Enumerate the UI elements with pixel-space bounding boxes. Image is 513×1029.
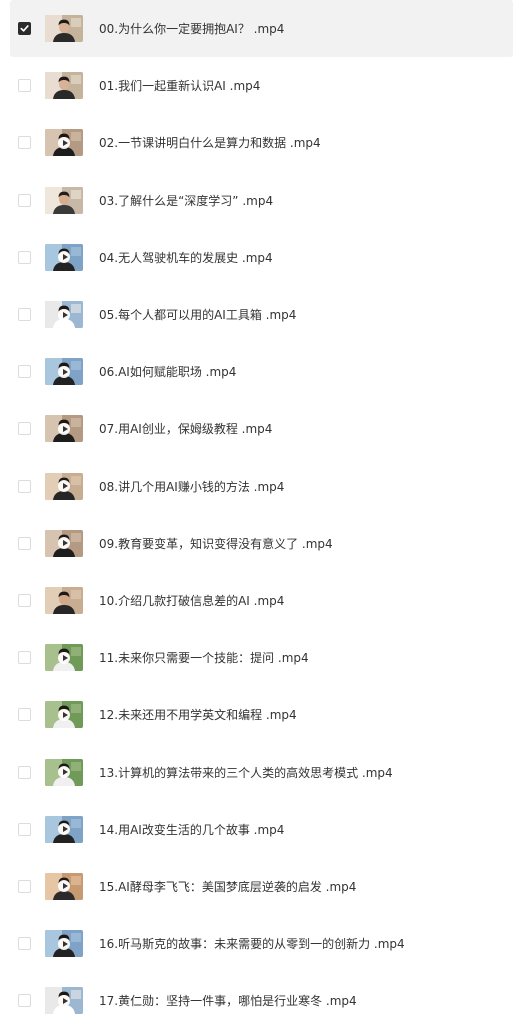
file-row[interactable]: 05.每个人都可以用的AI工具箱 .mp4 <box>10 286 513 343</box>
person-thumbnail-icon <box>45 72 83 100</box>
file-row[interactable]: 11.未来你只需要一个技能：提问 .mp4 <box>10 629 513 686</box>
file-row[interactable]: 06.AI如何赋能职场 .mp4 <box>10 343 513 400</box>
file-checkbox[interactable] <box>18 937 31 951</box>
file-name[interactable]: 09.教育要变革，知识变得没有意义了 .mp4 <box>99 535 333 552</box>
file-checkbox[interactable] <box>18 22 31 36</box>
video-thumbnail <box>45 815 83 843</box>
file-checkbox[interactable] <box>18 422 31 436</box>
play-icon <box>58 422 70 435</box>
file-checkbox[interactable] <box>18 879 31 893</box>
video-thumbnail <box>45 129 83 157</box>
file-row[interactable]: 17.黄仁勋：坚持一件事，哪怕是行业寒冬 .mp4 <box>10 972 513 1029</box>
file-name[interactable]: 04.无人驾驶机车的发展史 .mp4 <box>99 249 273 266</box>
file-row[interactable]: 08.讲几个用AI赚小钱的方法 .mp4 <box>10 458 513 515</box>
file-checkbox[interactable] <box>18 365 31 379</box>
video-thumbnail <box>45 415 83 443</box>
file-name[interactable]: 17.黄仁勋：坚持一件事，哪怕是行业寒冬 .mp4 <box>99 992 357 1009</box>
file-name[interactable]: 02.一节课讲明白什么是算力和数据 .mp4 <box>99 134 321 151</box>
video-thumbnail <box>45 186 83 214</box>
file-checkbox[interactable] <box>18 250 31 264</box>
play-icon <box>58 937 70 950</box>
file-row[interactable]: 04.无人驾驶机车的发展史 .mp4 <box>10 229 513 286</box>
video-thumbnail <box>45 872 83 900</box>
file-row[interactable]: 07.用AI创业，保姆级教程 .mp4 <box>10 400 513 457</box>
video-thumbnail <box>45 72 83 100</box>
file-checkbox[interactable] <box>18 79 31 93</box>
file-name[interactable]: 11.未来你只需要一个技能：提问 .mp4 <box>99 649 309 666</box>
play-icon <box>58 365 70 378</box>
video-thumbnail <box>45 930 83 958</box>
file-row[interactable]: 16.听马斯克的故事：未来需要的从零到一的创新力 .mp4 <box>10 915 513 972</box>
file-row[interactable]: 00.为什么你一定要拥抱AI？ .mp4 <box>10 0 513 58</box>
file-row[interactable]: 01.我们一起重新认识AI .mp4 <box>10 57 513 114</box>
file-name[interactable]: 12.未来还用不用学英文和编程 .mp4 <box>99 706 297 723</box>
person-thumbnail-icon <box>45 15 83 43</box>
file-checkbox[interactable] <box>18 708 31 722</box>
video-thumbnail <box>45 758 83 786</box>
file-checkbox[interactable] <box>18 994 31 1008</box>
file-checkbox[interactable] <box>18 822 31 836</box>
video-thumbnail <box>45 529 83 557</box>
file-row[interactable]: 10.介绍几款打破信息差的AI .mp4 <box>10 572 513 629</box>
file-name[interactable]: 10.介绍几款打破信息差的AI .mp4 <box>99 592 284 609</box>
file-row[interactable]: 03.了解什么是“深度学习” .mp4 <box>10 172 513 229</box>
play-icon <box>58 994 70 1007</box>
file-checkbox[interactable] <box>18 651 31 665</box>
play-icon <box>58 766 70 779</box>
file-checkbox[interactable] <box>18 308 31 322</box>
play-icon <box>58 708 70 721</box>
file-checkbox[interactable] <box>18 479 31 493</box>
file-name[interactable]: 05.每个人都可以用的AI工具箱 .mp4 <box>99 306 296 323</box>
file-name[interactable]: 01.我们一起重新认识AI .mp4 <box>99 77 260 94</box>
video-thumbnail <box>45 243 83 271</box>
file-checkbox[interactable] <box>18 536 31 550</box>
file-name[interactable]: 06.AI如何赋能职场 .mp4 <box>99 363 236 380</box>
file-checkbox[interactable] <box>18 193 31 207</box>
checkmark-icon <box>20 25 29 32</box>
person-thumbnail-icon <box>45 186 83 214</box>
video-thumbnail <box>45 701 83 729</box>
video-thumbnail <box>45 15 83 43</box>
play-icon <box>58 308 70 321</box>
file-row[interactable]: 15.AI酵母李飞飞：美国梦底层逆袭的启发 .mp4 <box>10 858 513 915</box>
file-checkbox[interactable] <box>18 136 31 150</box>
file-name[interactable]: 13.计算机的算法带来的三个人类的高效思考模式 .mp4 <box>99 764 393 781</box>
play-icon <box>58 136 70 149</box>
video-thumbnail <box>45 358 83 386</box>
video-thumbnail <box>45 472 83 500</box>
file-list: 00.为什么你一定要拥抱AI？ .mp4 01.我们一起重新认识AI .mp4 02… <box>10 0 513 1029</box>
file-name[interactable]: 03.了解什么是“深度学习” .mp4 <box>99 192 273 209</box>
file-name[interactable]: 16.听马斯克的故事：未来需要的从零到一的创新力 .mp4 <box>99 935 405 952</box>
file-checkbox[interactable] <box>18 593 31 607</box>
video-thumbnail <box>45 644 83 672</box>
video-thumbnail <box>45 987 83 1015</box>
file-row[interactable]: 14.用AI改变生活的几个故事 .mp4 <box>10 801 513 858</box>
person-thumbnail-icon <box>45 586 83 614</box>
file-row[interactable]: 02.一节课讲明白什么是算力和数据 .mp4 <box>10 114 513 171</box>
video-thumbnail <box>45 301 83 329</box>
file-name[interactable]: 15.AI酵母李飞飞：美国梦底层逆袭的启发 .mp4 <box>99 878 356 895</box>
file-row[interactable]: 13.计算机的算法带来的三个人类的高效思考模式 .mp4 <box>10 743 513 800</box>
file-name[interactable]: 00.为什么你一定要拥抱AI？ .mp4 <box>99 20 284 37</box>
file-name[interactable]: 07.用AI创业，保姆级教程 .mp4 <box>99 420 272 437</box>
play-icon <box>58 651 70 664</box>
file-row[interactable]: 12.未来还用不用学英文和编程 .mp4 <box>10 686 513 743</box>
file-name[interactable]: 08.讲几个用AI赚小钱的方法 .mp4 <box>99 478 284 495</box>
video-thumbnail <box>45 586 83 614</box>
file-name[interactable]: 14.用AI改变生活的几个故事 .mp4 <box>99 821 284 838</box>
play-icon <box>58 480 70 493</box>
file-row[interactable]: 09.教育要变革，知识变得没有意义了 .mp4 <box>10 515 513 572</box>
file-checkbox[interactable] <box>18 765 31 779</box>
